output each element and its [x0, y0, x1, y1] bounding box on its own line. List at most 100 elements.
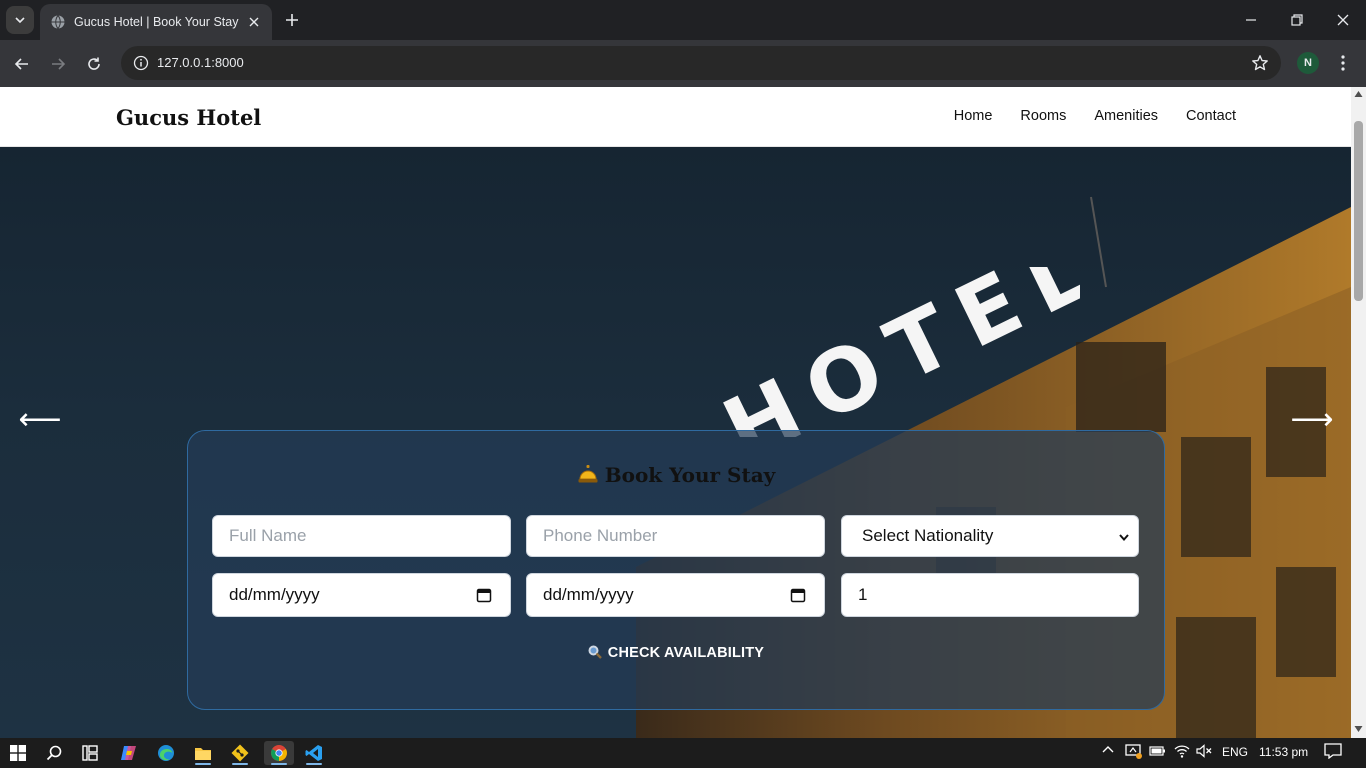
plus-icon [286, 14, 298, 26]
main-nav: Home Rooms Amenities Contact [954, 108, 1236, 124]
nationality-selected-value: Select Nationality [862, 526, 994, 545]
battery-indicator[interactable] [1149, 744, 1167, 761]
profile-avatar[interactable]: N [1297, 52, 1319, 74]
hero-slider: HOTEL ⟵ ⟶ Book Your Stay Full Name Phone… [0, 147, 1351, 738]
chrome-icon [271, 745, 287, 761]
checkout-date-input[interactable]: dd/mm/yyyy [526, 573, 825, 617]
nav-link-rooms[interactable]: Rooms [1020, 108, 1066, 124]
check-availability-label: CHECK AVAILABILITY [607, 645, 765, 661]
file-explorer-button[interactable] [190, 741, 216, 765]
hotel-sign-text: HOTEL [709, 267, 1080, 437]
running-indicator [195, 763, 211, 765]
site-info-button[interactable] [129, 51, 153, 75]
close-icon [1337, 14, 1349, 26]
edge-button[interactable] [153, 741, 179, 765]
url-text: 127.0.0.1:8000 [157, 55, 244, 70]
volume-indicator[interactable] [1196, 743, 1212, 762]
windows-logo-icon [10, 745, 26, 761]
restore-button[interactable] [1274, 0, 1320, 40]
task-view-button[interactable] [77, 741, 103, 765]
running-indicator [271, 763, 287, 765]
booking-title-text: Book Your Stay [604, 463, 776, 487]
taskbar-search-button[interactable] [41, 741, 67, 765]
page-viewport: Gucus Hotel Home Rooms Amenities Contact [0, 87, 1351, 738]
guests-value: 1 [858, 585, 868, 604]
wifi-icon [1174, 745, 1190, 758]
system-clock[interactable]: 11:53 pm [1259, 745, 1308, 759]
phone-number-input[interactable]: Phone Number [526, 515, 825, 557]
full-name-placeholder: Full Name [229, 526, 307, 545]
input-language[interactable]: ENG [1222, 745, 1248, 759]
hero-prev-button[interactable]: ⟵ [19, 403, 62, 436]
task-view-icon [82, 745, 98, 761]
full-name-input[interactable]: Full Name [212, 515, 511, 557]
check-availability-button[interactable]: CHECK AVAILABILITY [188, 645, 1164, 661]
tab-search-button[interactable] [6, 6, 34, 34]
more-vert-icon [1341, 55, 1345, 71]
guests-input[interactable]: 1 [841, 573, 1139, 617]
restore-icon [1291, 14, 1303, 26]
chrome-button[interactable] [264, 741, 294, 765]
tab-title: Gucus Hotel | Book Your Stay [74, 15, 239, 29]
tab-close-button[interactable] [246, 14, 262, 30]
checkout-placeholder: dd/mm/yyyy [543, 585, 634, 604]
arrow-right-icon [52, 58, 66, 70]
notification-icon [1324, 743, 1342, 760]
nav-link-home[interactable]: Home [954, 108, 993, 124]
git-app-button[interactable] [227, 741, 253, 765]
speaker-muted-icon [1196, 744, 1212, 758]
site-logo[interactable]: Gucus Hotel [116, 105, 261, 130]
battery-icon [1149, 746, 1165, 756]
scroll-down-arrow-icon[interactable] [1354, 725, 1363, 733]
browser-tab-active[interactable]: Gucus Hotel | Book Your Stay [40, 4, 272, 40]
reload-icon [88, 57, 100, 70]
checkin-placeholder: dd/mm/yyyy [229, 585, 320, 604]
browser-menu-button[interactable] [1332, 52, 1354, 74]
git-icon [231, 744, 249, 762]
show-hidden-icons-button[interactable] [1101, 743, 1115, 760]
vscode-button[interactable] [301, 741, 327, 765]
new-tab-button[interactable] [280, 8, 304, 32]
running-indicator [306, 763, 322, 765]
bellhop-bell-icon [578, 465, 598, 483]
magnifier-icon [588, 645, 602, 659]
notifications-button[interactable] [1324, 743, 1342, 762]
tray-app-icon[interactable] [1125, 743, 1143, 762]
calendar-icon[interactable] [790, 587, 806, 603]
chevron-down-icon [1119, 534, 1129, 542]
edge-icon [158, 745, 174, 761]
running-indicator [232, 763, 248, 765]
back-button[interactable] [8, 50, 36, 78]
checkin-date-input[interactable]: dd/mm/yyyy [212, 573, 511, 617]
star-icon [1252, 55, 1268, 71]
chevron-up-icon [1102, 746, 1114, 753]
folder-icon [195, 748, 211, 760]
nav-link-contact[interactable]: Contact [1186, 108, 1236, 124]
monitor-alert-icon [1125, 744, 1142, 759]
network-indicator[interactable] [1174, 743, 1190, 762]
reload-button[interactable] [80, 50, 108, 78]
arrow-left-icon [14, 58, 28, 70]
forward-button[interactable] [44, 50, 72, 78]
info-icon [133, 55, 149, 71]
phone-placeholder: Phone Number [543, 526, 658, 545]
scroll-up-arrow-icon[interactable] [1354, 90, 1363, 98]
search-icon [46, 745, 62, 761]
bookmark-star-button[interactable] [1249, 52, 1271, 74]
site-header: Gucus Hotel Home Rooms Amenities Contact [0, 87, 1351, 147]
browser-tab-strip: Gucus Hotel | Book Your Stay [0, 0, 1366, 40]
start-button[interactable] [5, 741, 31, 765]
minimize-button[interactable] [1228, 0, 1274, 40]
close-window-button[interactable] [1320, 0, 1366, 40]
calendar-icon[interactable] [476, 587, 492, 603]
scrollbar-thumb[interactable] [1354, 121, 1363, 301]
chevron-down-icon [15, 17, 25, 24]
copilot-button[interactable] [116, 741, 142, 765]
address-bar[interactable]: 127.0.0.1:8000 [121, 46, 1281, 80]
globe-icon [51, 15, 65, 29]
booking-title: Book Your Stay [188, 463, 1164, 487]
nationality-select[interactable]: Select Nationality [841, 515, 1139, 557]
nav-link-amenities[interactable]: Amenities [1094, 108, 1158, 124]
hero-next-button[interactable]: ⟶ [1291, 403, 1334, 436]
close-icon [249, 17, 259, 27]
